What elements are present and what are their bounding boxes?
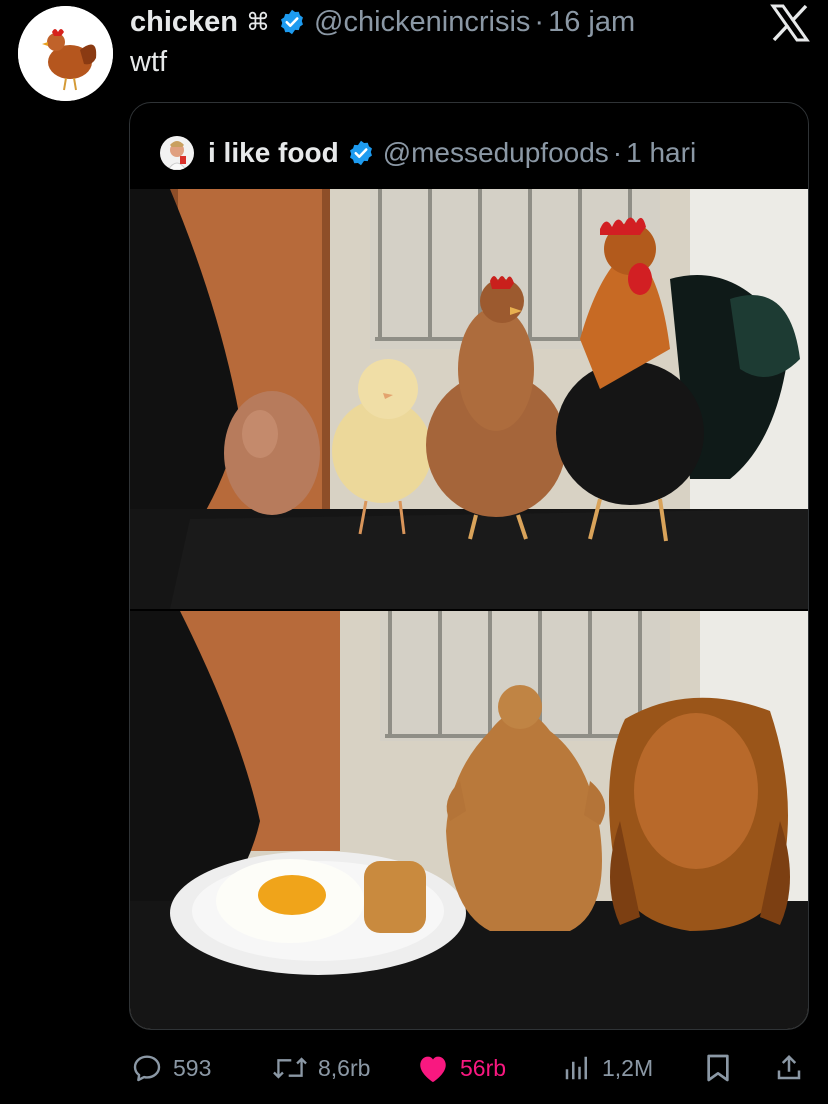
like-icon [420,1056,446,1083]
share-icon [777,1054,801,1080]
like-count: 56rb [460,1054,507,1081]
verified-badge-icon [278,8,306,36]
repost-count: 8,6rb [318,1054,371,1081]
views-button[interactable]: 1,2M [562,1046,653,1090]
author-handle[interactable]: @chickenincrisis [314,6,530,39]
repost-icon [273,1057,307,1079]
author-avatar[interactable] [18,6,113,101]
quoted-tweet[interactable]: i like food @messedupfoods · 1 hari [129,102,809,1030]
tweet-header: chicken ⌘ @chickenincrisis · 16 jam [130,2,635,42]
photo-live-chickens[interactable] [130,189,809,609]
quoted-header: i like food @messedupfoods · 1 hari [160,133,696,173]
bookmark-icon [707,1054,729,1082]
separator-dot: · [612,137,623,168]
reply-count: 593 [173,1054,212,1081]
reply-button[interactable]: 593 [131,1046,211,1090]
view-count: 1,2M [602,1054,654,1081]
quoted-author-handle[interactable]: @messedupfoods [383,137,609,169]
action-bar: 593 8,6rb 56rb 1,2M [0,1046,828,1090]
quoted-time[interactable]: 1 hari [626,137,696,169]
photo-cooked-chickens[interactable] [130,611,809,1030]
separator-dot: · [534,5,545,38]
tweet-text: wtf [130,46,168,78]
reply-icon [133,1055,161,1082]
author-name[interactable]: chicken [130,6,238,39]
quoted-author-name[interactable]: i like food [208,137,339,169]
author-symbol: ⌘ [246,8,270,36]
verified-badge-icon [347,139,375,167]
like-button[interactable]: 56rb [416,1046,506,1090]
bookmark-button[interactable] [704,1046,742,1090]
tweet-time[interactable]: 16 jam [548,6,635,39]
repost-button[interactable]: 8,6rb [272,1046,370,1090]
share-button[interactable] [774,1046,814,1090]
quoted-avatar[interactable] [160,136,194,170]
hen-avatar-image [18,6,113,101]
x-logo-icon [770,4,810,42]
views-icon [565,1056,587,1080]
chef-avatar-image [160,136,194,170]
